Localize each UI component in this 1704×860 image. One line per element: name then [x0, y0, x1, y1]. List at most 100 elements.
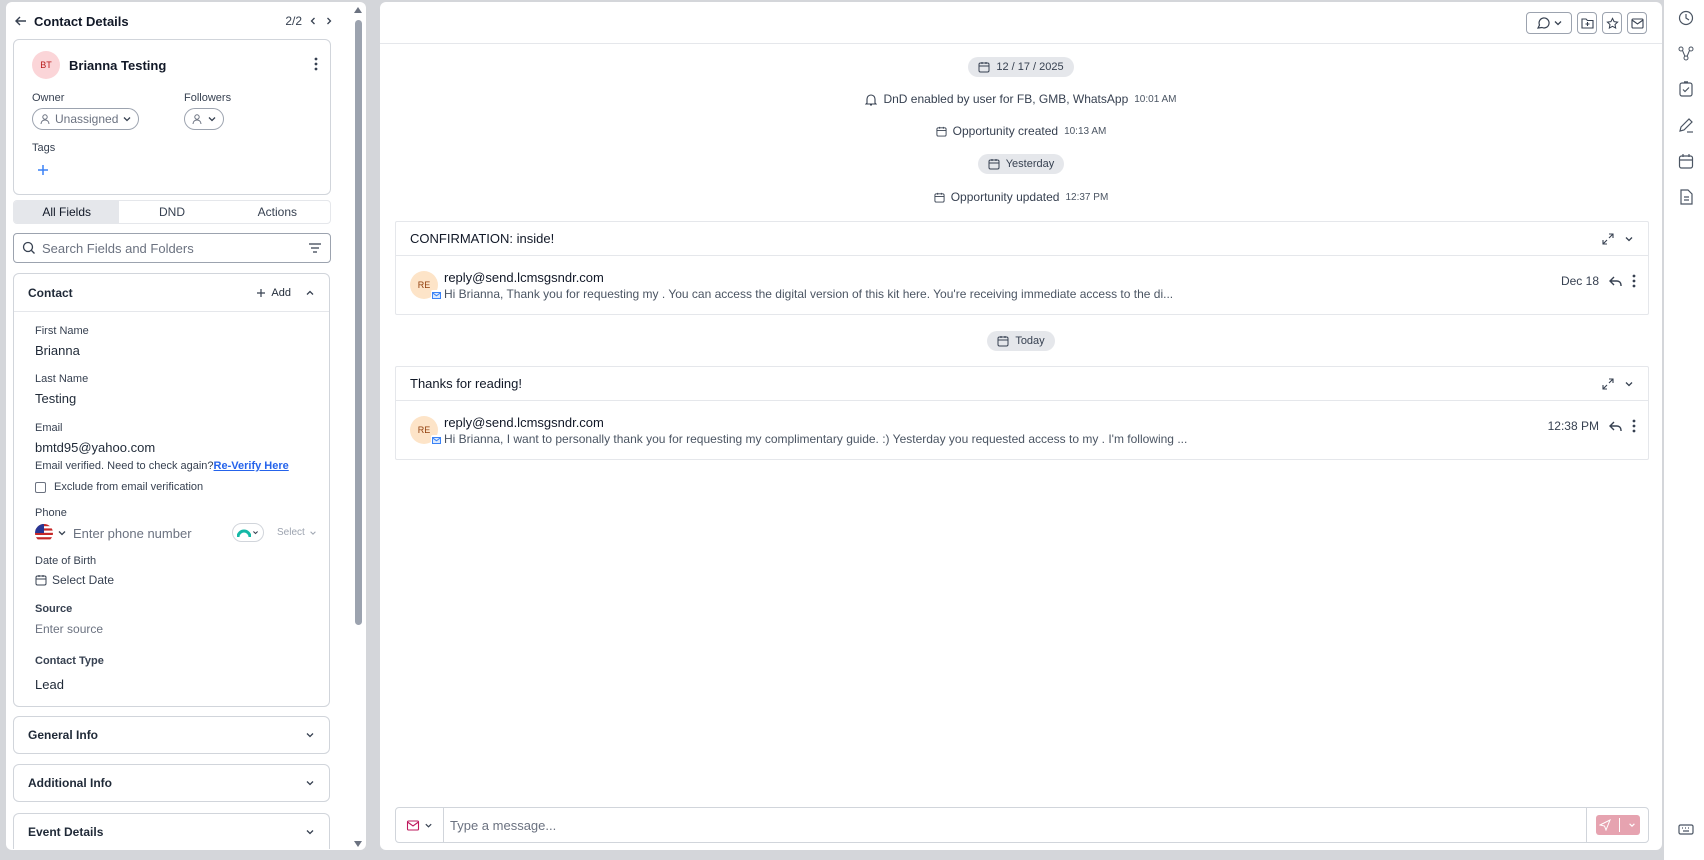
first-name-field[interactable]: Brianna — [35, 343, 80, 358]
opportunity-created-time: 10:13 AM — [1064, 125, 1107, 137]
add-tag-icon[interactable] — [37, 164, 49, 176]
add-field-button[interactable]: Add — [256, 287, 291, 299]
prev-contact-icon[interactable] — [308, 16, 318, 26]
star-icon — [1605, 16, 1619, 30]
email-verified-text: Email verified. Need to check again? — [35, 460, 214, 472]
send-divider — [1618, 818, 1620, 832]
send-button[interactable] — [1595, 815, 1640, 835]
event-details-section[interactable]: Event Details — [13, 813, 330, 849]
chevron-down-icon[interactable] — [1624, 234, 1634, 244]
panel-title: Contact Details — [34, 13, 129, 29]
folder-icon — [1580, 17, 1594, 29]
dob-picker[interactable]: Select Date — [35, 573, 114, 587]
search-input[interactable] — [42, 240, 302, 256]
more-options-icon[interactable] — [1632, 274, 1636, 288]
followers-select[interactable] — [184, 108, 224, 130]
exclude-label: Exclude from email verification — [54, 481, 204, 493]
followers-label: Followers — [184, 92, 232, 104]
phone-number-select[interactable]: Select — [277, 527, 317, 538]
expand-icon[interactable] — [1602, 232, 1614, 245]
channel-select[interactable] — [396, 808, 444, 842]
appointments-icon[interactable] — [1677, 152, 1695, 170]
dnd-event-time: 10:01 AM — [1134, 93, 1177, 105]
email-channel-icon — [431, 290, 442, 301]
today-chip-label: Today — [1015, 335, 1045, 347]
source-input[interactable]: Enter source — [35, 622, 103, 636]
user-icon — [39, 113, 51, 125]
contact-name: Brianna Testing — [69, 58, 167, 73]
contact-type-field[interactable]: Lead — [35, 677, 64, 692]
opportunity-updated-text: Opportunity updated — [950, 190, 1060, 204]
tab-dnd[interactable]: DND — [119, 201, 224, 223]
email-thread: CONFIRMATION: inside! RE reply@send.lcms… — [395, 221, 1649, 315]
mark-unread-button[interactable] — [1627, 12, 1647, 34]
reply-icon[interactable] — [1609, 421, 1622, 432]
additional-info-title: Additional Info — [28, 776, 112, 790]
opportunity-updated-event: Opportunity updated 12:37 PM — [380, 190, 1662, 204]
chevron-down-icon[interactable] — [1628, 821, 1636, 829]
sender-initials: RE — [417, 280, 431, 290]
channel-filter-button[interactable] — [1526, 12, 1572, 34]
email-message[interactable]: RE reply@send.lcmsgsndr.com Hi Brianna, … — [396, 256, 1648, 314]
chevron-down-icon[interactable] — [1624, 379, 1634, 389]
documents-icon[interactable] — [1677, 188, 1695, 206]
next-contact-icon[interactable] — [324, 16, 334, 26]
expand-icon[interactable] — [1602, 377, 1614, 390]
yesterday-chip-label: Yesterday — [1005, 158, 1055, 170]
tags-label: Tags — [32, 142, 56, 154]
thread-header[interactable]: Thanks for reading! — [396, 367, 1648, 401]
dob-placeholder: Select Date — [52, 573, 115, 587]
tab-all-fields[interactable]: All Fields — [14, 201, 120, 223]
contact-section-header[interactable]: Contact Add — [14, 274, 329, 312]
country-select[interactable] — [35, 524, 67, 542]
workflow-icon[interactable] — [1677, 44, 1695, 62]
reply-icon[interactable] — [1609, 276, 1622, 287]
message-time: Dec 18 — [1560, 274, 1599, 288]
chevron-up-icon[interactable] — [305, 288, 315, 298]
avatar[interactable]: BT — [32, 51, 60, 79]
exclude-checkbox[interactable] — [35, 481, 46, 493]
general-info-section[interactable]: General Info — [13, 716, 330, 754]
date-chip: 12 / 17 / 2025 — [968, 57, 1074, 77]
exclude-verification-row: Exclude from email verification — [35, 481, 203, 493]
date-divider: 12 / 17 / 2025 — [380, 57, 1662, 77]
phone-provider-select[interactable] — [232, 523, 264, 542]
move-folder-button[interactable] — [1577, 12, 1597, 34]
chevron-down-icon — [57, 528, 67, 538]
thread-header[interactable]: CONFIRMATION: inside! — [396, 222, 1648, 256]
thread-subject: CONFIRMATION: inside! — [410, 231, 555, 246]
scroll-thumb[interactable] — [355, 20, 362, 625]
first-name-label: First Name — [35, 325, 89, 337]
calendar-icon — [988, 158, 1000, 170]
email-channel-icon — [431, 435, 442, 446]
history-icon[interactable] — [1677, 9, 1695, 27]
email-field[interactable]: bmtd95@yahoo.com — [35, 440, 155, 455]
owner-select[interactable]: Unassigned — [32, 108, 140, 130]
phone-label: Phone — [35, 507, 67, 519]
star-button[interactable] — [1602, 12, 1622, 34]
phone-input[interactable]: Enter phone number — [73, 526, 192, 541]
more-options-icon[interactable] — [1632, 419, 1636, 433]
calendar-icon — [35, 574, 47, 586]
reverify-link[interactable]: Re-Verify Here — [214, 460, 289, 472]
more-options-icon[interactable] — [314, 57, 318, 71]
back-arrow-icon[interactable] — [14, 14, 28, 28]
additional-info-section[interactable]: Additional Info — [13, 764, 330, 802]
tab-actions[interactable]: Actions — [225, 201, 330, 223]
message-input[interactable] — [444, 817, 1586, 833]
opportunity-created-event: Opportunity created 10:13 AM — [380, 124, 1662, 138]
thread-subject: Thanks for reading! — [410, 376, 523, 391]
keyboard-icon[interactable] — [1677, 820, 1695, 838]
email-verified-note: Email verified. Need to check again? Re-… — [35, 460, 289, 472]
dnd-event: DnD enabled by user for FB, GMB, WhatsAp… — [380, 92, 1662, 106]
last-name-field[interactable]: Testing — [35, 391, 76, 406]
tasks-icon[interactable] — [1677, 80, 1695, 98]
email-message[interactable]: RE reply@send.lcmsgsndr.com Hi Brianna, … — [396, 401, 1648, 459]
mail-icon — [406, 819, 420, 831]
calendar-icon — [978, 61, 990, 73]
add-field-label: Add — [271, 286, 291, 299]
calendar-icon — [934, 192, 945, 203]
notes-icon[interactable] — [1677, 116, 1695, 134]
filter-icon[interactable] — [308, 242, 322, 254]
conversation-toolbar — [380, 2, 1662, 44]
